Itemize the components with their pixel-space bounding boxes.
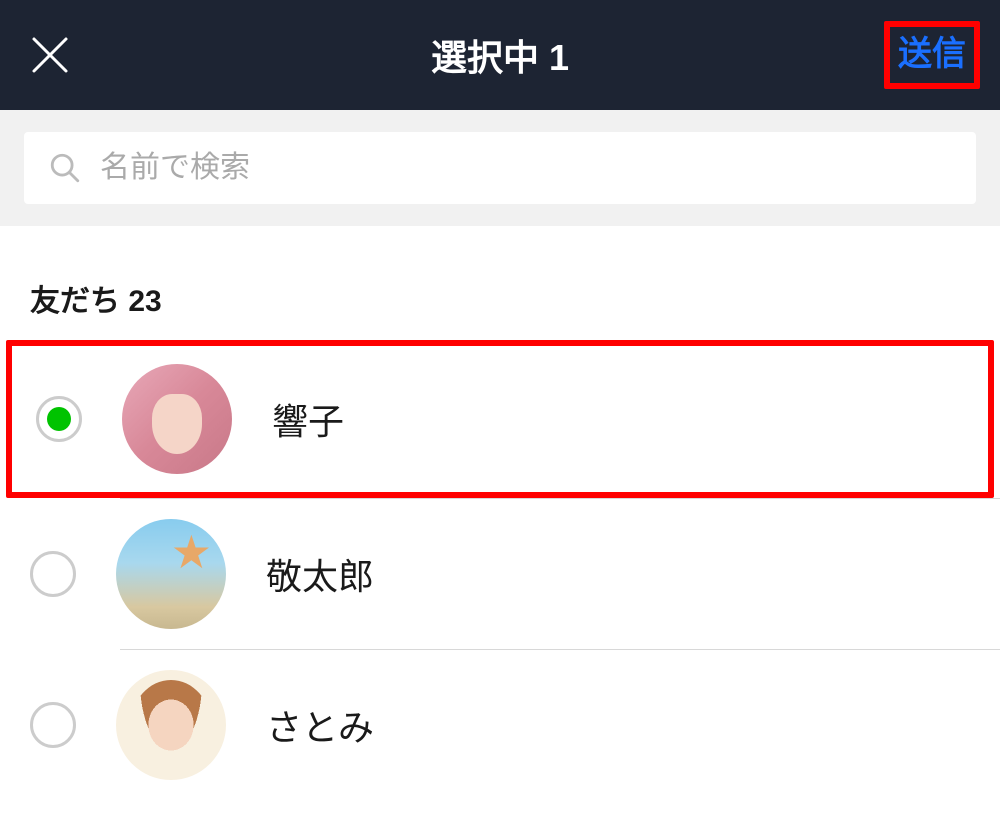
friend-name: さとみ — [266, 699, 374, 751]
radio-unselected[interactable] — [30, 702, 76, 748]
avatar — [116, 519, 226, 629]
friend-row[interactable]: 響子 — [6, 340, 994, 498]
send-button[interactable]: 送信 — [898, 31, 966, 79]
friend-name: 響子 — [272, 393, 344, 445]
send-button-highlight: 送信 — [884, 21, 980, 89]
friend-name: 敬太郎 — [266, 548, 374, 600]
search-section — [0, 110, 1000, 226]
friends-section: 友だち 23 響子 敬太郎 さとみ — [0, 226, 1000, 800]
header-title: 選択中 1 — [431, 29, 569, 81]
search-icon — [48, 151, 82, 185]
radio-selected[interactable] — [36, 396, 82, 442]
search-box[interactable] — [24, 132, 976, 204]
avatar — [116, 670, 226, 780]
search-input[interactable] — [100, 151, 952, 185]
close-button[interactable] — [20, 25, 80, 85]
avatar — [122, 364, 232, 474]
friend-row[interactable]: 敬太郎 — [0, 499, 1000, 649]
friend-row[interactable]: さとみ — [0, 650, 1000, 800]
friends-count-label: 友だち 23 — [0, 276, 1000, 340]
radio-unselected[interactable] — [30, 551, 76, 597]
header-bar: 選択中 1 送信 — [0, 0, 1000, 110]
close-icon — [26, 31, 74, 79]
